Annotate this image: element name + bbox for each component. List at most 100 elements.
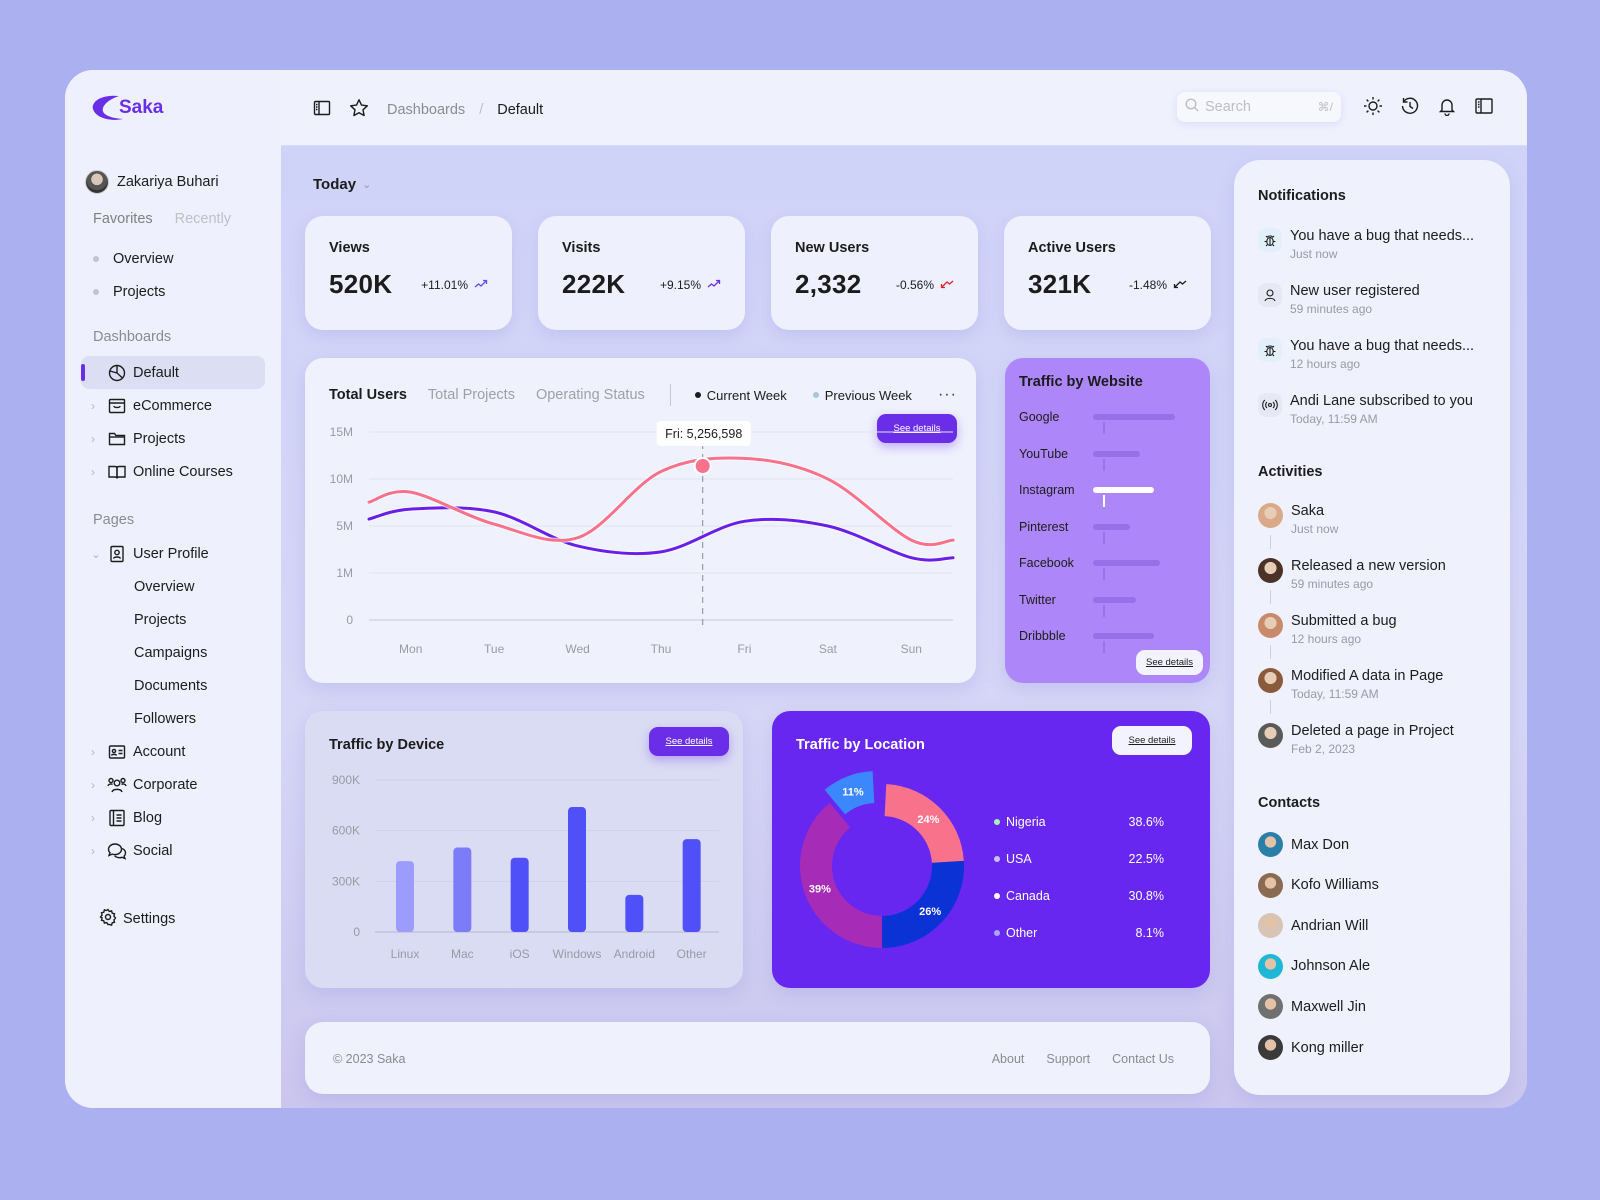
notification-item[interactable]: You have a bug that needs... 12 hours ago (1258, 338, 1474, 371)
legend-label: Canada (1006, 888, 1050, 903)
x-tick-label: Tue (484, 642, 505, 656)
footer-link-about[interactable]: About (992, 1052, 1025, 1066)
sidebar-item-label: Corporate (133, 776, 198, 793)
bar-ios (510, 857, 529, 932)
contact-item[interactable]: Kofo Williams (1258, 872, 1379, 898)
site-bar (1093, 596, 1136, 603)
sidebar-item-user-profile[interactable]: ⌄ User Profile (81, 537, 265, 570)
notifications-title: Notifications (1258, 188, 1346, 204)
sidebar-item-social[interactable]: › Social (81, 834, 265, 867)
settings-button[interactable]: Settings (99, 908, 175, 930)
see-details-button[interactable]: See details (1136, 650, 1203, 675)
activity-item[interactable]: Deleted a page in Project Feb 2, 2023 (1258, 723, 1454, 756)
favorite-item-projects[interactable]: Projects (93, 275, 173, 308)
card-title: Traffic by Website (1019, 374, 1143, 390)
activity-item[interactable]: Released a new version 59 minutes ago (1258, 558, 1446, 591)
series-line-current-week (367, 506, 955, 562)
y-tick-label: 300K (332, 874, 360, 888)
activity-text: Deleted a page in Project (1291, 723, 1454, 739)
y-tick-label: 10M (330, 472, 353, 486)
contact-item[interactable]: Kong miller (1258, 1035, 1364, 1060)
contact-item[interactable]: Max Don (1258, 832, 1349, 857)
sidebar-subitem-overview[interactable]: Overview (81, 570, 265, 603)
x-tick-label: iOS (510, 947, 530, 961)
avatar (1258, 832, 1283, 857)
stat-value: 2,332 (795, 269, 862, 299)
sidebar-item-online-courses[interactable]: › Online Courses (81, 455, 265, 488)
breadcrumb-dashboards[interactable]: Dashboards (387, 102, 465, 118)
activity-text-group: Modified A data in Page Today, 11:59 AM (1291, 668, 1443, 701)
search-box[interactable]: ⌘/ (1177, 92, 1341, 122)
sidebar-subitem-campaigns[interactable]: Campaigns (81, 636, 265, 669)
notification-text: New user registered (1290, 283, 1420, 299)
topbar: Dashboards / Default ⌘/ (281, 70, 1527, 146)
sidebar-item-default[interactable]: Default (81, 356, 265, 389)
contact-item[interactable]: Maxwell Jin (1258, 994, 1366, 1020)
sun-icon[interactable] (1363, 96, 1383, 116)
activity-item[interactable]: Saka Just now (1258, 503, 1338, 536)
bar-other (682, 839, 701, 932)
favorite-item-overview[interactable]: Overview (93, 242, 173, 275)
avatar (1258, 953, 1283, 979)
user-profile[interactable]: Zakariya Buhari (85, 170, 219, 194)
footer-link-support[interactable]: Support (1046, 1052, 1090, 1066)
contact-item[interactable]: Andrian Will (1258, 913, 1368, 939)
bullet-icon (93, 255, 99, 262)
contact-item[interactable]: Johnson Ale (1258, 953, 1370, 979)
star-icon[interactable] (349, 98, 369, 122)
site-label: Twitter (1019, 592, 1056, 607)
activity-item[interactable]: Modified A data in Page Today, 11:59 AM (1258, 668, 1443, 701)
highlight-point (693, 457, 712, 475)
notification-item[interactable]: Andi Lane subscribed to you Today, 11:59 … (1258, 393, 1473, 426)
slice-label: 24% (917, 814, 939, 826)
x-tick-label: Sun (901, 642, 922, 656)
bell-icon[interactable] (1437, 96, 1457, 116)
sidebar-item-ecommerce[interactable]: › eCommerce (81, 389, 265, 422)
timeline-connector (1270, 590, 1271, 604)
x-tick-label: Mon (399, 642, 422, 656)
legend-dot (994, 929, 1000, 936)
date-filter-dropdown[interactable]: Today ⌄ (313, 176, 371, 193)
logo[interactable]: Saka (89, 92, 163, 124)
stat-title: Views (329, 240, 370, 256)
sidebar-item-label: Online Courses (133, 463, 233, 480)
sidebar-subitem-documents[interactable]: Documents (81, 669, 265, 702)
notification-item[interactable]: New user registered 59 minutes ago (1258, 283, 1420, 316)
bar-android (625, 894, 644, 932)
copyright: © 2023 Saka (333, 1052, 406, 1066)
stat-change: +11.01% (421, 277, 468, 292)
panel-toggle-icon[interactable] (1474, 96, 1494, 116)
sidebar-item-projects[interactable]: › Projects (81, 422, 265, 455)
breadcrumb: Dashboards / Default (387, 102, 543, 118)
tab-recently[interactable]: Recently (175, 211, 231, 227)
search-input[interactable] (1205, 99, 1305, 115)
site-tick (1103, 568, 1105, 580)
site-tick (1103, 604, 1105, 617)
sidebar-item-account[interactable]: › Account (81, 735, 265, 768)
notification-item[interactable]: You have a bug that needs... Just now (1258, 228, 1474, 261)
sidebar-item-blog[interactable]: › Blog (81, 801, 265, 834)
history-icon[interactable] (1400, 96, 1420, 116)
activity-time: 59 minutes ago (1291, 577, 1374, 591)
tab-favorites[interactable]: Favorites (93, 211, 153, 227)
sidebar-toggle-icon[interactable] (313, 99, 331, 121)
activity-item[interactable]: Submitted a bug 12 hours ago (1258, 613, 1397, 646)
search-icon (1185, 97, 1199, 117)
broadcast-icon (1258, 393, 1282, 417)
notification-time: Today, 11:59 AM (1290, 412, 1378, 426)
contact-name: Max Don (1291, 836, 1350, 853)
bar-chart: 0 300K 600K 900K Linux Mac iOS Windows Android Ot… (332, 773, 719, 961)
trend-up-icon (707, 278, 721, 292)
x-tick-label: Sat (819, 642, 838, 656)
sidebar-item-corporate[interactable]: › Corporate (81, 768, 265, 801)
footer-link-contact-us[interactable]: Contact Us (1112, 1052, 1174, 1066)
sidebar-subitem-followers[interactable]: Followers (81, 702, 265, 735)
y-tick-label: 15M (330, 425, 353, 439)
avatar (1258, 872, 1283, 898)
pages-section-label: Pages (93, 512, 135, 528)
trend-down-icon (1173, 278, 1187, 292)
sidebar-subitem-projects[interactable]: Projects (81, 603, 265, 636)
legend-row-nigeria: Nigeria 38.6% (994, 803, 1164, 840)
pages-nav: ⌄ User Profile Overview Projects Campaig… (81, 537, 265, 867)
user-icon (1258, 283, 1282, 307)
